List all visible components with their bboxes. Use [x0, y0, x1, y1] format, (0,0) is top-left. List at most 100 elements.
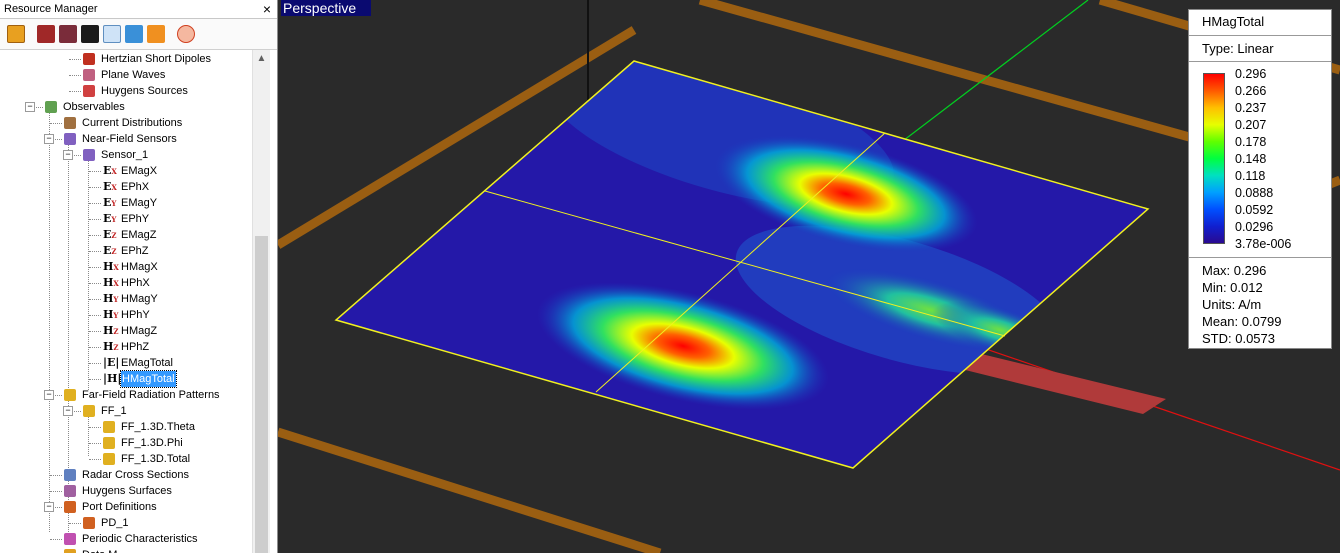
tree-item[interactable]: Hertzian Short Dipoles	[0, 51, 252, 67]
tree-item-label: Huygens Sources	[101, 85, 188, 97]
toolbar-sensors-button[interactable]	[103, 25, 121, 43]
tree-connector	[50, 491, 62, 492]
toolbar-farfield-button[interactable]	[147, 25, 165, 43]
scroll-thumb[interactable]	[255, 236, 268, 553]
hertzian-dipole-icon	[83, 53, 95, 65]
tree-connector	[89, 379, 101, 380]
tree-connector	[50, 123, 62, 124]
plane-wave-icon	[83, 69, 95, 81]
field-component-icon: HY	[103, 308, 119, 321]
toolbar-sources-button[interactable]	[125, 25, 143, 43]
tree-connector	[89, 347, 101, 348]
tree-item[interactable]: HX HMagX	[0, 259, 252, 275]
field-component-icon: EZ	[103, 228, 117, 241]
port-icon	[83, 517, 95, 529]
toolbar-circuit-button[interactable]	[81, 25, 99, 43]
tree-collapse-toggle[interactable]: −	[44, 134, 54, 144]
toolbar-geometry-button[interactable]	[7, 25, 25, 43]
tree-item[interactable]: Data M	[0, 547, 252, 553]
field-component-icon: HZ	[103, 340, 119, 353]
tree-connector	[69, 59, 81, 60]
resource-manager-panel: Resource Manager × Hertzian Short Dipole…	[0, 0, 278, 553]
close-icon[interactable]: ×	[263, 1, 271, 17]
field-component-icon: EZ	[103, 244, 117, 257]
tree-item[interactable]: − Observables	[0, 99, 252, 115]
tree-item[interactable]: EX EMagX	[0, 163, 252, 179]
colorbar-legend: HMagTotal Type: Linear 0.296 0.266 0.237 0.…	[1188, 9, 1332, 349]
tree-collapse-toggle[interactable]: −	[63, 406, 73, 416]
tree-item[interactable]: EZ EMagZ	[0, 227, 252, 243]
tree-item[interactable]: HZ HMagZ	[0, 323, 252, 339]
tree-item[interactable]: FF_1.3D.Total	[0, 451, 252, 467]
tree-item[interactable]: EZ EPhZ	[0, 243, 252, 259]
toolbar-waveforms-button[interactable]	[59, 25, 77, 43]
tree-item[interactable]: |E| EMagTotal	[0, 355, 252, 371]
tree-collapse-toggle[interactable]: −	[44, 502, 54, 512]
colorbar-tick-label: 0.207	[1235, 118, 1267, 132]
tree-item-label: Port Definitions	[82, 501, 157, 513]
tree-item-label: FF_1.3D.Total	[121, 453, 191, 465]
viewport-3d[interactable]: Perspective	[278, 0, 1340, 553]
current-distribution-icon	[64, 117, 76, 129]
tree-collapse-toggle[interactable]: −	[44, 390, 54, 400]
tree-connector	[69, 91, 81, 92]
legend-stat: Mean: 0.0799	[1202, 314, 1282, 329]
toolbar-ports-button[interactable]	[177, 25, 195, 43]
tree-item[interactable]: − Far-Field Radiation Patterns	[0, 387, 252, 403]
field-component-icon: EX	[103, 180, 117, 193]
scene-graphic	[278, 0, 1340, 553]
tree-connector	[89, 267, 101, 268]
colorbar-tick-label: 0.237	[1235, 101, 1267, 115]
tree-item[interactable]: Plane Waves	[0, 67, 252, 83]
colorbar-tick-label: 0.0888	[1235, 186, 1274, 200]
feed-strip	[945, 350, 1166, 414]
colorbar	[1203, 73, 1225, 244]
port-icon	[64, 501, 76, 513]
tree-item[interactable]: |H| HMagTotal	[0, 370, 252, 388]
tree-item[interactable]: − Near-Field Sensors	[0, 131, 252, 147]
tree-item-label: Radar Cross Sections	[82, 469, 189, 481]
tree-connector	[89, 331, 101, 332]
tree-item[interactable]: Current Distributions	[0, 115, 252, 131]
legend-stat: STD: 0.0573	[1202, 331, 1275, 346]
colorbar-tick-label: 0.148	[1235, 152, 1267, 166]
scroll-up-icon[interactable]: ▲	[253, 50, 270, 67]
field-component-icon: HX	[103, 260, 119, 273]
tree-scrollbar[interactable]: ▲	[252, 50, 270, 553]
tree-item[interactable]: PD_1	[0, 515, 252, 531]
far-field-icon	[103, 453, 115, 465]
far-field-icon	[83, 405, 95, 417]
tree-item[interactable]: EY EPhY	[0, 211, 252, 227]
tree-item[interactable]: HX HPhX	[0, 275, 252, 291]
tree-connector	[89, 459, 101, 460]
tree-item[interactable]: EX EPhX	[0, 179, 252, 195]
tree-item[interactable]: HZ HPhZ	[0, 339, 252, 355]
colorbar-tick-label: 0.178	[1235, 135, 1267, 149]
tree-item[interactable]: FF_1.3D.Theta	[0, 419, 252, 435]
tree-item-label: EMagZ	[121, 229, 157, 241]
tree-item[interactable]: Huygens Surfaces	[0, 483, 252, 499]
tree-item[interactable]: EY EMagY	[0, 195, 252, 211]
tree-item[interactable]: Radar Cross Sections	[0, 467, 252, 483]
tree-connector	[89, 283, 101, 284]
tree-item[interactable]: HY HPhY	[0, 307, 252, 323]
field-component-icon: |E|	[103, 356, 120, 369]
tree-collapse-toggle[interactable]: −	[25, 102, 35, 112]
tree-item[interactable]: − FF_1	[0, 403, 252, 419]
scene-rail	[278, 427, 662, 553]
tree-item-label: EMagY	[121, 197, 158, 209]
tree-item[interactable]: − Sensor_1	[0, 147, 252, 163]
tree-item[interactable]: HY HMagY	[0, 291, 252, 307]
tree-item-label: HPhZ	[121, 341, 150, 353]
resource-tree: Hertzian Short Dipoles Plane Waves Huygens…	[0, 50, 252, 553]
tree-item-label: EMagX	[121, 165, 158, 177]
legend-title: HMagTotal	[1202, 14, 1265, 29]
tree-item[interactable]: FF_1.3D.Phi	[0, 435, 252, 451]
tree-item[interactable]: − Port Definitions	[0, 499, 252, 515]
tree-item[interactable]: Periodic Characteristics	[0, 531, 252, 547]
toolbar-materials-button[interactable]	[37, 25, 55, 43]
tree-connector	[89, 203, 101, 204]
tree-item[interactable]: Huygens Sources	[0, 83, 252, 99]
tree-collapse-toggle[interactable]: −	[63, 150, 73, 160]
tree-item-label: HPhY	[121, 309, 150, 321]
